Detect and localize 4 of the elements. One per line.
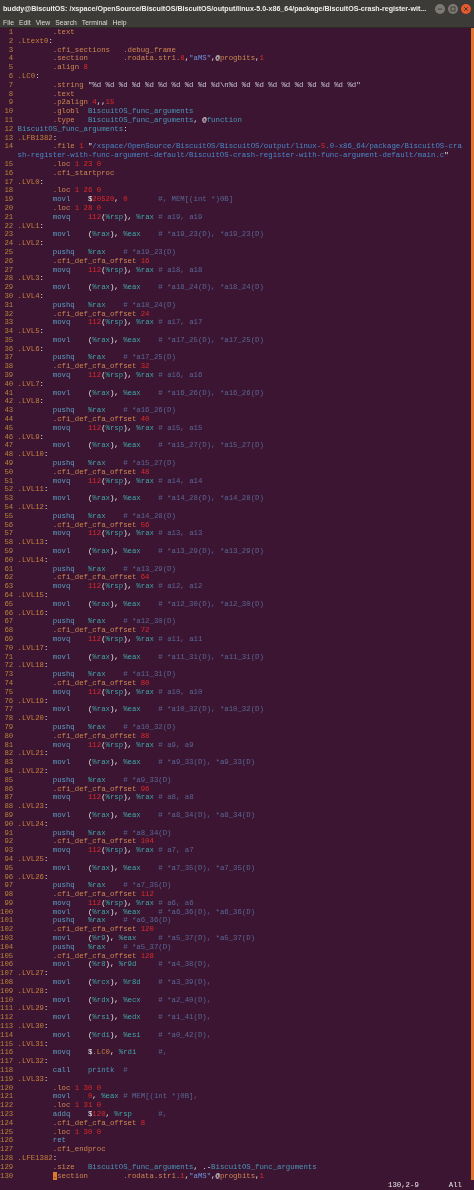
minimize-icon[interactable] xyxy=(435,3,445,14)
scrollbar[interactable] xyxy=(471,28,474,1180)
maximize-icon[interactable] xyxy=(448,3,458,14)
close-icon[interactable] xyxy=(461,3,471,14)
